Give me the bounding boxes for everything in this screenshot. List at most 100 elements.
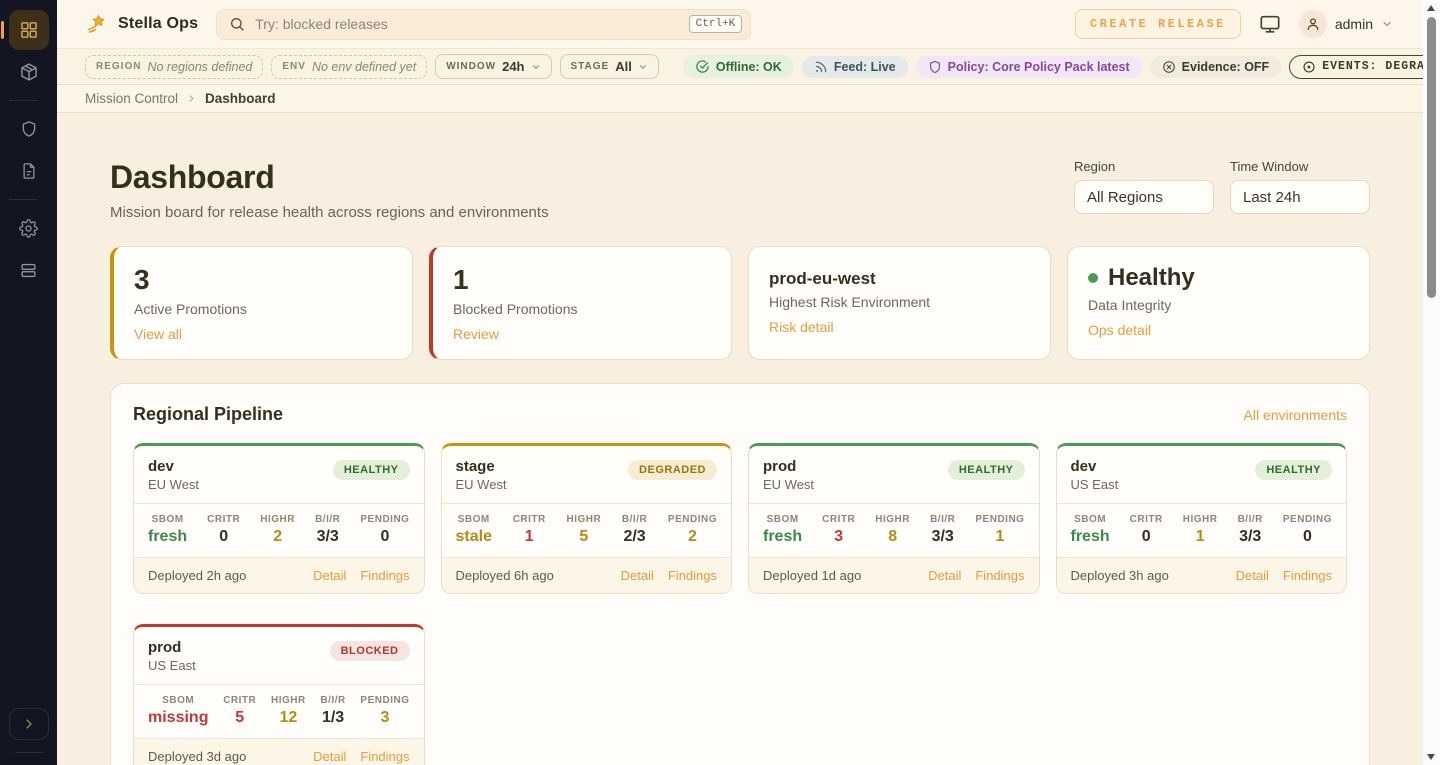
window-filter-label: WINDOW	[446, 61, 496, 72]
filter-bar: REGION No regions defined ENV No env def…	[57, 48, 1423, 85]
stat-column-label: HIGHR	[1183, 514, 1218, 525]
vertical-scrollbar[interactable]	[1423, 0, 1440, 765]
pipeline-card-dev-eu-west: devEU WestHEALTHYSBOMfreshCRITR0HIGHR2B/…	[133, 443, 425, 594]
sidebar-item-reports[interactable]	[9, 151, 49, 191]
stat-column-value: 2/3	[622, 528, 647, 546]
stat-column-label: PENDING	[1283, 514, 1332, 525]
sidebar-divider	[9, 199, 37, 200]
sidebar-item-releases[interactable]	[9, 52, 49, 92]
stat-column-value: 1/3	[320, 709, 345, 727]
time-window-select-label: Time Window	[1230, 159, 1370, 174]
stat-column-label: CRITR	[513, 514, 546, 525]
sidebar-divider	[15, 752, 43, 753]
env-filter-value: No env defined yet	[312, 60, 416, 74]
stat-link[interactable]: Risk detail	[769, 319, 834, 335]
pipeline-region: US East	[148, 658, 196, 673]
window-filter-chip[interactable]: WINDOW 24h	[435, 54, 551, 79]
chevron-down-icon	[531, 62, 541, 72]
pipeline-stat-bir: B/I/R3/3	[930, 514, 955, 546]
scroll-down-arrow[interactable]	[1427, 754, 1435, 760]
time-window-select[interactable]: Last 24h	[1230, 180, 1370, 214]
findings-link[interactable]: Findings	[360, 749, 409, 764]
stat-label: Active Promotions	[134, 301, 392, 317]
status-pill-text: Offline: OK	[716, 60, 782, 74]
region-select[interactable]: All Regions	[1074, 180, 1214, 214]
stage-filter-chip[interactable]: STAGE All	[560, 54, 659, 79]
sidebar-item-dashboard[interactable]	[9, 10, 49, 50]
stat-column-label: SBOM	[456, 514, 492, 525]
pipeline-stat-highr: HIGHR8	[875, 514, 910, 546]
region-select-label: Region	[1074, 159, 1214, 174]
stat-column-label: B/I/R	[1238, 514, 1263, 525]
stat-value: 3	[134, 264, 392, 296]
stat-link[interactable]: View all	[134, 326, 182, 342]
pipeline-stat-sbom: SBOMfresh	[148, 514, 187, 546]
detail-link[interactable]: Detail	[928, 568, 961, 583]
regional-pipeline-panel: Regional Pipeline All environments devEU…	[110, 383, 1370, 765]
stat-column-label: CRITR	[1130, 514, 1163, 525]
stat-column-value: 2	[668, 528, 717, 546]
region-filter-chip[interactable]: REGION No regions defined	[85, 55, 263, 79]
stat-column-value: 2	[260, 528, 295, 546]
pipeline-region: EU West	[148, 477, 199, 492]
package-icon	[19, 62, 39, 82]
shield-icon	[20, 120, 38, 138]
status-pill-policy[interactable]: Policy: Core Policy Pack latest	[916, 56, 1142, 78]
scroll-up-arrow[interactable]	[1427, 5, 1435, 11]
pipeline-card-stage-eu-west: stageEU WestDEGRADEDSBOMstaleCRITR1HIGHR…	[441, 443, 733, 594]
stat-link[interactable]: Review	[453, 326, 499, 342]
pipeline-stat-highr: HIGHR5	[566, 514, 601, 546]
sidebar-item-infrastructure[interactable]	[9, 250, 49, 290]
page-subtitle: Mission board for release health across …	[110, 204, 549, 221]
chevron-right-icon	[21, 716, 37, 732]
findings-link[interactable]: Findings	[668, 568, 717, 583]
detail-link[interactable]: Detail	[1236, 568, 1269, 583]
status-pill-neutral[interactable]: Evidence: OFF	[1150, 56, 1282, 78]
sidebar-item-policy[interactable]	[9, 109, 49, 149]
detail-link[interactable]: Detail	[313, 749, 346, 764]
scrollbar-thumb[interactable]	[1427, 17, 1436, 298]
stat-column-value: 3	[822, 528, 855, 546]
deployed-text: Deployed 2h ago	[148, 568, 246, 583]
create-release-button[interactable]: CREATE RELEASE	[1075, 9, 1241, 39]
stat-column-label: HIGHR	[271, 695, 306, 706]
brand[interactable]: Stella Ops	[85, 12, 198, 36]
findings-link[interactable]: Findings	[360, 568, 409, 583]
pipeline-stat-pending: PENDING1	[975, 514, 1024, 546]
stat-column-label: SBOM	[1071, 514, 1110, 525]
document-icon	[20, 162, 38, 180]
region-filter-label: REGION	[96, 61, 141, 72]
stat-column-value: 0	[207, 528, 240, 546]
search-placeholder: Try: blocked releases	[255, 16, 678, 32]
env-filter-chip[interactable]: ENV No env defined yet	[271, 55, 427, 79]
pipeline-stat-critr: CRITR5	[223, 695, 256, 727]
status-pill-feed[interactable]: Feed: Live	[802, 56, 908, 78]
monitor-icon[interactable]	[1259, 13, 1281, 35]
comet-logo-icon	[85, 12, 109, 36]
pipeline-stat-sbom: SBOMstale	[456, 514, 492, 546]
detail-link[interactable]: Detail	[621, 568, 654, 583]
detail-link[interactable]: Detail	[313, 568, 346, 583]
status-pill-events[interactable]: EVENTS: DEGRADED	[1289, 55, 1440, 79]
all-environments-link[interactable]: All environments	[1244, 407, 1348, 423]
pipeline-stat-sbom: SBOMfresh	[1071, 514, 1110, 546]
stat-card: prod-eu-westHighest Risk EnvironmentRisk…	[748, 246, 1051, 360]
user-avatar-icon	[1299, 10, 1327, 38]
breadcrumb-parent[interactable]: Mission Control	[85, 91, 178, 106]
status-pill-ok[interactable]: Offline: OK	[683, 55, 794, 78]
sidebar-item-settings[interactable]	[9, 208, 49, 248]
findings-link[interactable]: Findings	[1283, 568, 1332, 583]
pipeline-stat-highr: HIGHR2	[260, 514, 295, 546]
sidebar-expand-button[interactable]	[9, 708, 49, 740]
chevron-right-icon	[186, 93, 197, 104]
status-badge: DEGRADED	[628, 460, 717, 480]
stat-column-label: PENDING	[668, 514, 717, 525]
pipeline-stat-pending: PENDING0	[360, 514, 409, 546]
pipeline-stat-bir: B/I/R3/3	[315, 514, 340, 546]
stat-card: HealthyData IntegrityOps detail	[1067, 246, 1370, 360]
stat-link[interactable]: Ops detail	[1088, 322, 1151, 338]
user-menu[interactable]: admin	[1299, 10, 1393, 38]
pipeline-stat-pending: PENDING3	[360, 695, 409, 727]
global-search-input[interactable]: Try: blocked releases Ctrl+K	[216, 9, 751, 40]
findings-link[interactable]: Findings	[975, 568, 1024, 583]
